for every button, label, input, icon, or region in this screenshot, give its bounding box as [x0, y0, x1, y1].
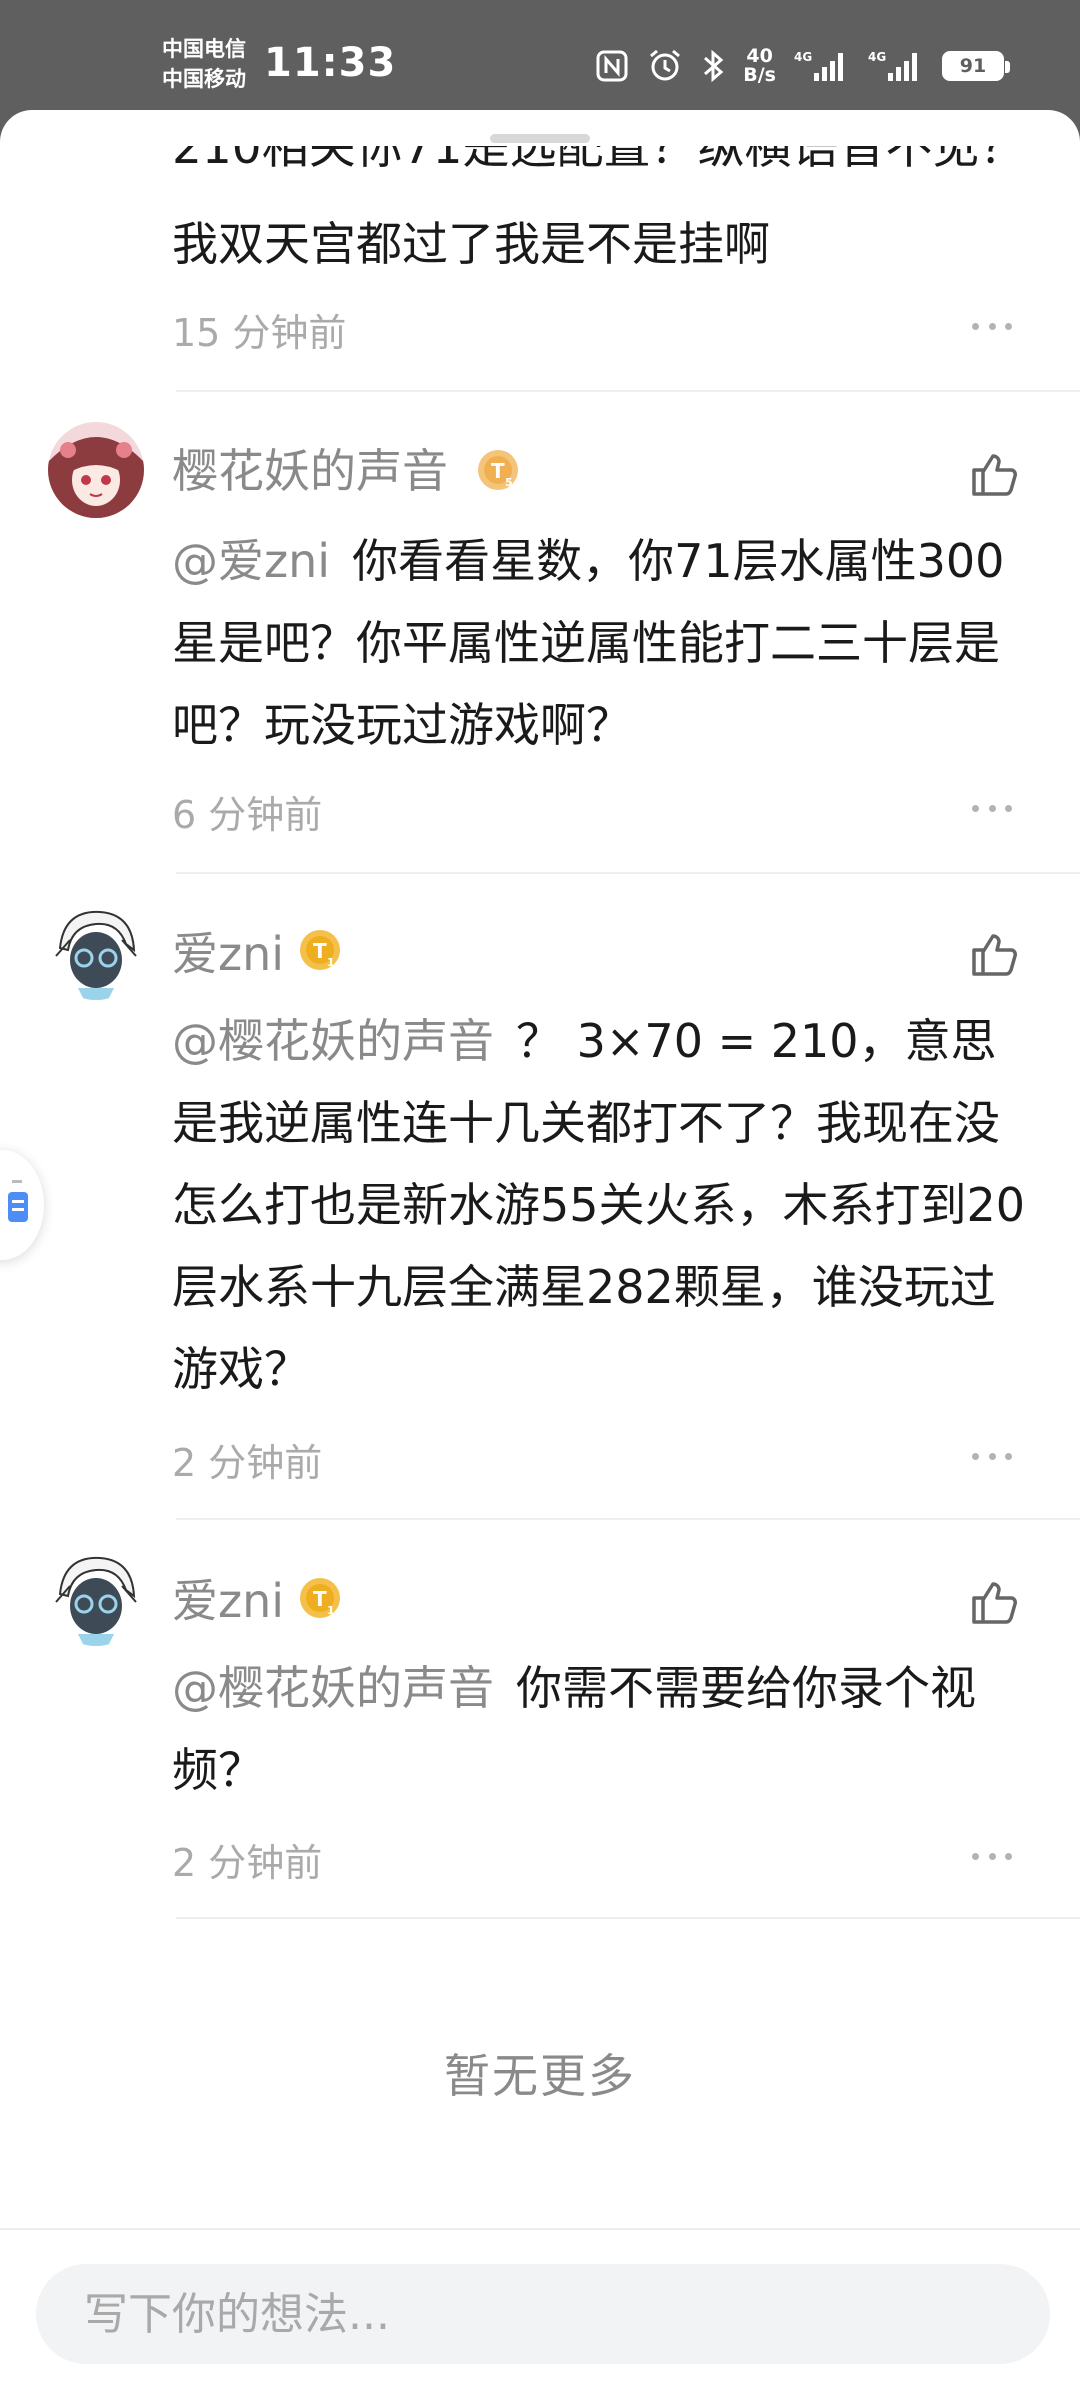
comment-text: @樱花妖的声音？ 3×70 = 210，意思是我逆属性连十几关都打不了？我现在没… [172, 1000, 1032, 1410]
like-icon[interactable] [968, 928, 1020, 980]
comment-time: 15 分钟前 [172, 311, 347, 355]
mention[interactable]: @樱花妖的声音 [172, 1014, 494, 1068]
level-badge-icon: T 1 [300, 1578, 340, 1618]
document-icon [8, 1180, 28, 1222]
carrier-2: 中国移动 [162, 67, 246, 91]
comment-input[interactable] [36, 2264, 1050, 2364]
avatar[interactable] [48, 1550, 144, 1646]
floating-side-tab[interactable] [0, 1150, 44, 1260]
like-icon[interactable] [968, 1576, 1020, 1628]
signal-2-icon: 4G [868, 49, 924, 83]
carrier-info: 中国电信 中国移动 [162, 34, 246, 94]
level-badge-icon: T 5 [478, 450, 518, 490]
username[interactable]: 爱zni [172, 1565, 284, 1631]
like-icon[interactable] [968, 448, 1020, 500]
comment-body: ？ 3×70 = 210，意思是我逆属性连十几关都打不了？我现在没怎么打也是新水… [172, 1014, 1026, 1396]
svg-text:1: 1 [327, 1604, 335, 1617]
svg-text:4G: 4G [794, 50, 812, 64]
signal-1-icon: 4G [794, 49, 850, 83]
more-options-icon[interactable] [972, 802, 1012, 814]
cut-off-comment-line: 210相关你71是选配置？纵横语音不见？ [172, 146, 1027, 175]
battery-level: 91 [959, 55, 987, 77]
comment-text: @樱花妖的声音 你需不需要给你录个视频？ [172, 1647, 1032, 1811]
comment-time: 2 分钟前 [172, 1841, 323, 1885]
mention[interactable]: @爱zni [172, 534, 330, 588]
svg-text:T: T [313, 939, 327, 963]
comment-sheet: 210相关你71是选配置？纵横语音不见？ 我双天宫都过了我是不是挂啊 15 分钟… [0, 110, 1080, 2230]
drag-handle[interactable] [490, 134, 590, 143]
username[interactable]: 爱zni [172, 918, 284, 984]
svg-text:1: 1 [327, 956, 335, 969]
username[interactable]: 樱花妖的声音 [172, 435, 448, 501]
carrier-1: 中国电信 [162, 37, 246, 61]
comment-text: 我双天宫都过了我是不是挂啊 [172, 217, 770, 271]
more-options-icon[interactable] [972, 320, 1012, 332]
divider [176, 1917, 1080, 1919]
clock: 11:33 [264, 40, 397, 86]
comment-time: 6 分钟前 [172, 793, 323, 837]
mention[interactable]: @樱花妖的声音 [172, 1661, 494, 1715]
battery-icon: 91 [942, 51, 1010, 81]
svg-text:4G: 4G [868, 50, 886, 64]
svg-text:T: T [491, 459, 505, 483]
comment-time: 2 分钟前 [172, 1441, 323, 1485]
comment-text: @爱zni 你看看星数，你71层水属性300星是吧？你平属性逆属性能打二三十层是吧… [172, 520, 1032, 766]
divider [176, 872, 1080, 874]
more-options-icon[interactable] [972, 1850, 1012, 1862]
status-icons: 40 B/s 4G 4G 91 [595, 44, 1010, 88]
divider [176, 390, 1080, 392]
net-speed-unit: B/s [743, 64, 776, 86]
level-badge-icon: T 1 [300, 930, 340, 970]
svg-text:5: 5 [505, 476, 513, 489]
comment-composer [0, 2228, 1080, 2400]
no-more-label: 暂无更多 [444, 2049, 636, 2103]
bluetooth-icon [701, 48, 725, 84]
net-speed: 40 B/s [743, 47, 776, 85]
divider [176, 1518, 1080, 1520]
avatar[interactable] [48, 904, 144, 1000]
nfc-icon [595, 49, 629, 83]
status-bar: 中国电信 中国移动 11:33 40 B/s 4G 4G 91 [0, 0, 1080, 115]
avatar[interactable] [48, 422, 144, 518]
alarm-icon [647, 48, 683, 84]
svg-text:T: T [313, 1587, 327, 1611]
more-options-icon[interactable] [972, 1450, 1012, 1462]
